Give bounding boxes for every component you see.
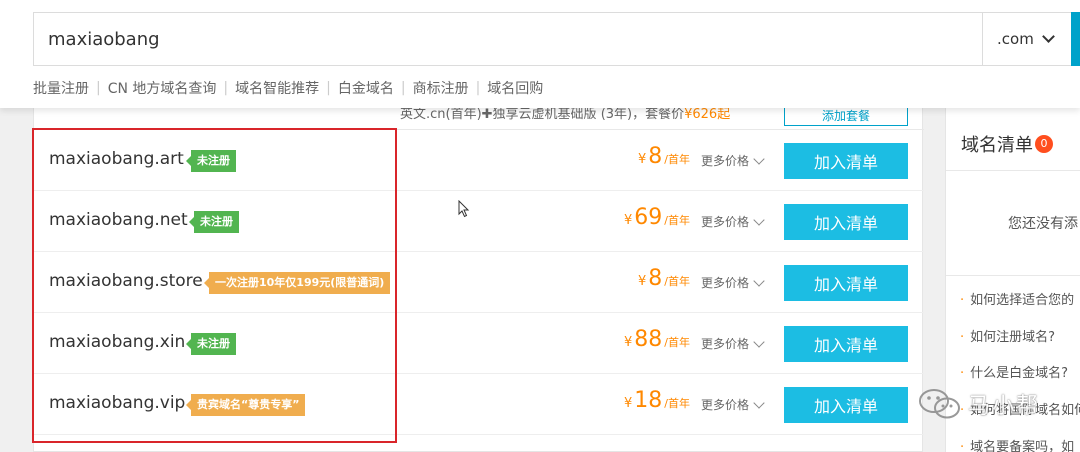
empty-message: 您还没有添 bbox=[1008, 216, 1078, 232]
faq-text: 如何注册域名? bbox=[970, 330, 1056, 345]
bullet-icon: · bbox=[960, 330, 965, 345]
chevron-down-icon bbox=[753, 213, 765, 226]
price-value: 8 bbox=[648, 266, 663, 291]
faq-link[interactable]: · 域名要备案吗，如 bbox=[960, 436, 1074, 452]
quick-link-batch[interactable]: 批量注册 bbox=[33, 78, 89, 98]
quick-link-buyback[interactable]: 域名回购 bbox=[487, 78, 543, 98]
result-row: maxiaobang.store 一次注册10年仅199元(限普通词) ¥8/首… bbox=[34, 252, 924, 313]
more-prices-toggle[interactable]: 更多价格 bbox=[701, 152, 765, 169]
add-to-list-button[interactable]: 加入清单 bbox=[784, 387, 908, 423]
currency: ¥ bbox=[638, 152, 647, 167]
bullet-icon: · bbox=[960, 440, 965, 452]
more-prices-label: 更多价格 bbox=[701, 215, 750, 229]
status-badge: 未注册 bbox=[186, 333, 236, 355]
add-to-list-button[interactable]: 加入清单 bbox=[784, 143, 908, 179]
divider: | bbox=[326, 80, 331, 96]
price-unit: /首年 bbox=[664, 275, 690, 288]
divider: | bbox=[475, 80, 481, 96]
quick-link-platinum[interactable]: 白金域名 bbox=[338, 78, 394, 98]
quick-links: 批量注册 | CN 地方域名查询 | 域名智能推荐 | 白金域名 | 商标注册 … bbox=[33, 78, 543, 98]
suffix-value: .com bbox=[997, 30, 1034, 48]
faq-text: 什么是白金域名? bbox=[970, 366, 1069, 381]
currency: ¥ bbox=[624, 335, 633, 350]
chevron-down-icon bbox=[753, 335, 765, 348]
search-bar: .com bbox=[33, 12, 1073, 66]
price: ¥18/首年 bbox=[624, 388, 690, 413]
more-prices-label: 更多价格 bbox=[701, 398, 750, 412]
faq-link[interactable]: · 什么是白金域名? bbox=[960, 362, 1068, 381]
quick-link-cn-query[interactable]: CN 地方域名查询 bbox=[108, 78, 217, 98]
panel-title-text: 域名清单 bbox=[961, 135, 1033, 156]
promo-badge: 一次注册10年仅199元(限普通词) bbox=[203, 272, 391, 294]
more-prices-toggle[interactable]: 更多价格 bbox=[701, 396, 765, 413]
faq-text: 域名要备案吗，如 bbox=[970, 440, 1075, 452]
price: ¥69/首年 bbox=[624, 205, 690, 230]
price-value: 8 bbox=[648, 144, 663, 169]
currency: ¥ bbox=[638, 274, 647, 289]
bullet-icon: · bbox=[960, 293, 965, 308]
mouse-cursor-icon bbox=[458, 200, 470, 218]
result-row: maxiaobang.net 未注册 ¥69/首年 更多价格 加入清单 bbox=[34, 191, 924, 252]
more-prices-toggle[interactable]: 更多价格 bbox=[701, 335, 765, 352]
status-badge: 未注册 bbox=[189, 211, 239, 233]
divider: | bbox=[96, 80, 101, 96]
price-value: 18 bbox=[634, 388, 663, 413]
domain-name: maxiaobang.store bbox=[49, 271, 203, 291]
price-unit: /首年 bbox=[664, 153, 690, 166]
result-row: maxiaobang.xin 未注册 ¥88/首年 更多价格 加入清单 bbox=[34, 313, 924, 374]
more-prices-toggle[interactable]: 更多价格 bbox=[701, 213, 765, 230]
chevron-down-icon bbox=[753, 152, 765, 165]
wechat-icon bbox=[919, 389, 960, 419]
more-prices-toggle[interactable]: 更多价格 bbox=[701, 274, 765, 291]
chevron-down-icon bbox=[1041, 30, 1055, 43]
results-panel: 英文.cn(首年)✚独享云虚机基础版 (3年)，套餐价¥626起 添加套餐 ma… bbox=[33, 93, 924, 452]
faq-link[interactable]: · 如何注册域名? bbox=[960, 326, 1055, 345]
add-to-list-button[interactable]: 加入清单 bbox=[784, 204, 908, 240]
faq-link[interactable]: · 如何选择适合您的 bbox=[960, 289, 1074, 308]
quick-link-recommend[interactable]: 域名智能推荐 bbox=[235, 78, 319, 98]
panel-title: 域名清单 0 bbox=[961, 131, 1053, 157]
result-row: maxiaobang.art 未注册 ¥8/首年 更多价格 加入清单 bbox=[34, 130, 924, 191]
search-input[interactable] bbox=[34, 13, 980, 65]
domain-name: maxiaobang.xin bbox=[49, 332, 186, 352]
more-prices-label: 更多价格 bbox=[701, 276, 750, 290]
divider: | bbox=[223, 80, 229, 96]
price-value: 69 bbox=[634, 205, 663, 230]
currency: ¥ bbox=[624, 396, 633, 411]
quick-link-trademark[interactable]: 商标注册 bbox=[413, 78, 469, 98]
add-to-list-button[interactable]: 加入清单 bbox=[784, 265, 908, 301]
more-prices-label: 更多价格 bbox=[701, 154, 750, 168]
status-badge: 未注册 bbox=[186, 150, 236, 172]
faq-text: 如何选择适合您的 bbox=[970, 293, 1075, 308]
result-row: maxiaobang.vip 贵宾域名“尊贵专享” ¥18/首年 更多价格 加入… bbox=[34, 374, 924, 435]
suffix-select[interactable]: .com bbox=[982, 13, 1074, 65]
count-badge: 0 bbox=[1035, 135, 1053, 153]
search-header: .com 批量注册 | CN 地方域名查询 | 域名智能推荐 | 白金域名 | … bbox=[0, 0, 1080, 108]
divider bbox=[946, 170, 1080, 171]
price: ¥8/首年 bbox=[638, 266, 690, 291]
search-button[interactable] bbox=[1071, 12, 1080, 66]
watermark: 马小帮 bbox=[918, 383, 1080, 425]
more-prices-label: 更多价格 bbox=[701, 337, 750, 351]
add-to-list-button[interactable]: 加入清单 bbox=[784, 326, 908, 362]
domain-name: maxiaobang.net bbox=[49, 210, 188, 230]
price-unit: /首年 bbox=[664, 336, 690, 349]
price-unit: /首年 bbox=[664, 214, 690, 227]
price-value: 88 bbox=[634, 327, 663, 352]
chevron-down-icon bbox=[753, 274, 765, 287]
promo-price: ¥626起 bbox=[684, 107, 731, 122]
price-unit: /首年 bbox=[664, 397, 690, 410]
divider: | bbox=[400, 80, 406, 96]
currency: ¥ bbox=[624, 213, 633, 228]
promo-badge: 贵宾域名“尊贵专享” bbox=[185, 394, 306, 416]
divider bbox=[946, 275, 1080, 276]
chevron-down-icon bbox=[753, 396, 765, 409]
promo-description: 英文.cn(首年)✚独享云虚机基础版 (3年)，套餐价 bbox=[400, 107, 685, 122]
bullet-icon: · bbox=[960, 366, 965, 381]
domain-name: maxiaobang.art bbox=[49, 149, 184, 169]
domain-name: maxiaobang.vip bbox=[49, 393, 186, 413]
price: ¥8/首年 bbox=[638, 144, 690, 169]
watermark-text: 马小帮 bbox=[968, 394, 1041, 419]
price: ¥88/首年 bbox=[624, 327, 690, 352]
